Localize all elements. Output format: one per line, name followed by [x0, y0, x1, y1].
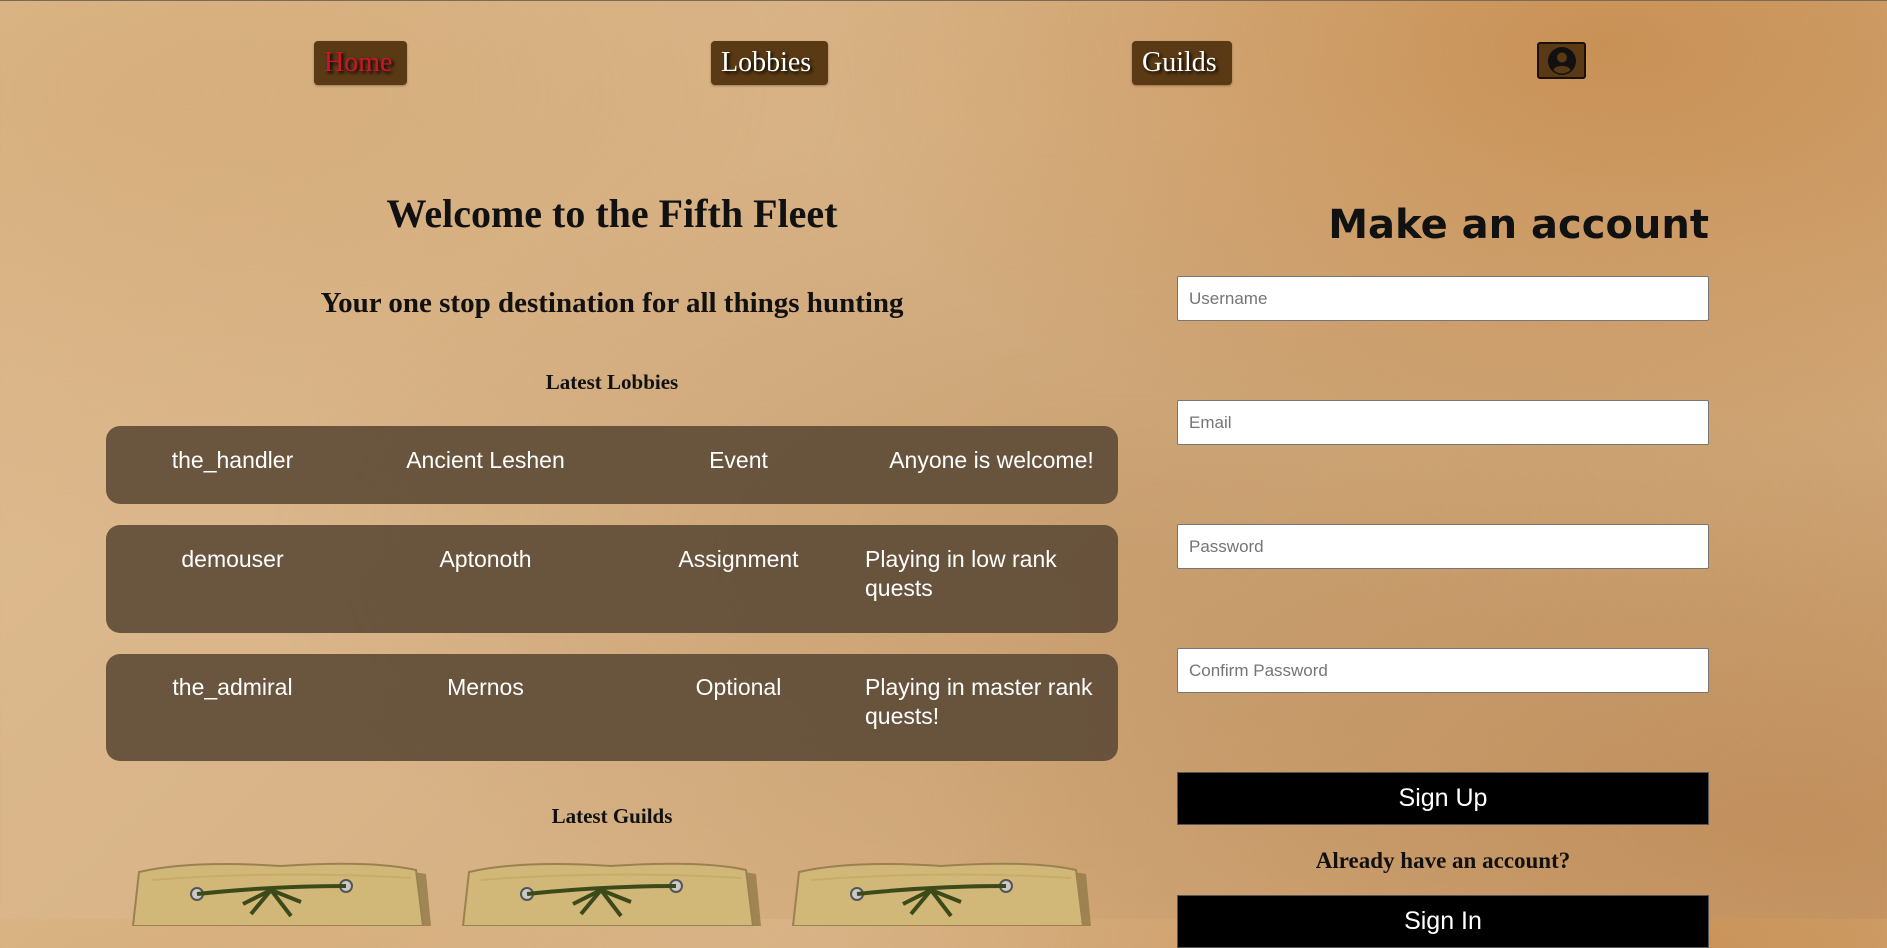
lobby-row[interactable]: demouser Aptonoth Assignment Playing in … [106, 525, 1118, 633]
guild-card-scroll-icon[interactable] [131, 856, 436, 926]
lobby-description: Anyone is welcome! [889, 447, 1094, 473]
latest-guilds-heading: Latest Guilds [551, 804, 673, 828]
lobby-type: Event [709, 447, 768, 473]
username-input[interactable] [1177, 276, 1709, 321]
latest-lobbies-heading: Latest Lobbies [545, 370, 679, 394]
account-button[interactable] [1537, 42, 1586, 79]
already-have-account-text: Already have an account? [1315, 848, 1571, 873]
lobby-description: Playing in low rank quests [865, 546, 1057, 601]
lobby-user: the_handler [171, 447, 294, 473]
lobby-type: Optional [695, 674, 782, 700]
nav-lobbies-button[interactable]: Lobbies [711, 41, 828, 85]
top-nav: Home Lobbies Guilds [0, 0, 1887, 110]
confirm-password-input[interactable] [1177, 648, 1709, 693]
lobby-type: Assignment [678, 546, 799, 572]
lobby-monster: Aptonoth [439, 546, 532, 572]
nav-home-button[interactable]: Home [314, 41, 407, 85]
lobby-monster: Mernos [447, 674, 524, 700]
lobby-row[interactable]: the_admiral Mernos Optional Playing in m… [106, 654, 1118, 761]
lobby-user: the_admiral [172, 674, 293, 700]
email-input[interactable] [1177, 400, 1709, 445]
lobby-row[interactable]: the_handler Ancient Leshen Event Anyone … [106, 426, 1118, 504]
lobby-monster: Ancient Leshen [406, 447, 565, 473]
user-circle-icon [1547, 46, 1576, 75]
password-input[interactable] [1177, 524, 1709, 569]
nav-guilds-button[interactable]: Guilds [1132, 41, 1232, 85]
lobby-user: demouser [181, 546, 284, 572]
guild-card-scroll-icon[interactable] [461, 856, 766, 926]
signup-title: Make an account [1328, 202, 1709, 248]
sign-up-button[interactable]: Sign Up [1177, 772, 1709, 825]
tagline: Your one stop destination for all things… [320, 287, 904, 319]
lobby-description: Playing in master rank quests! [865, 674, 1093, 729]
guild-card-scroll-icon[interactable] [791, 856, 1096, 926]
sign-in-button[interactable]: Sign In [1177, 895, 1709, 948]
page-title: Welcome to the Fifth Fleet [386, 191, 838, 236]
